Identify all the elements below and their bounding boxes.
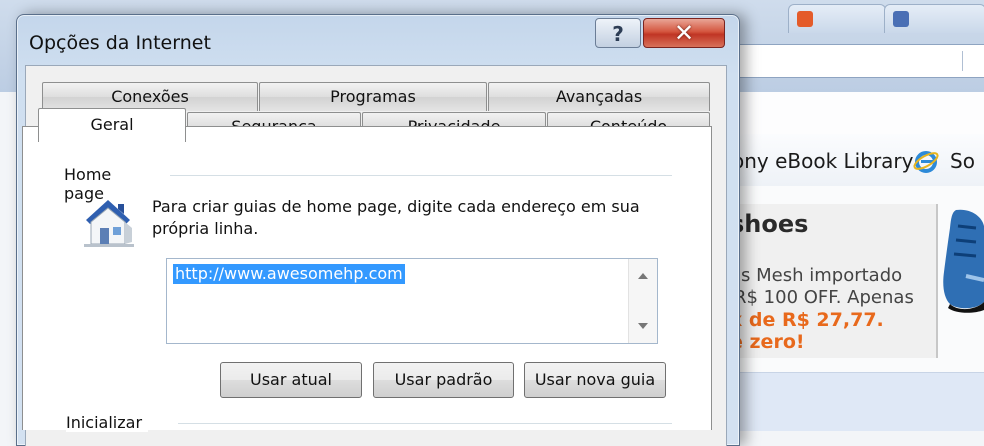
dialog-title: Opções da Internet — [29, 32, 211, 54]
scroll-up-arrow-icon[interactable] — [638, 273, 648, 279]
tab-avancadas[interactable]: Avançadas — [488, 82, 710, 111]
home-page-url-textarea[interactable]: http://www.awesomehp.com — [166, 258, 658, 344]
ad-highlight-1: x de R$ 27,77. — [736, 309, 884, 331]
use-default-button[interactable]: Usar padrão — [373, 362, 514, 398]
tab-programas[interactable]: Programas — [259, 82, 487, 111]
tab-geral[interactable]: Geral — [38, 108, 186, 142]
home-page-url-selected: http://www.awesomehp.com — [173, 264, 405, 284]
home-page-group-divider — [170, 175, 672, 176]
use-new-tab-button[interactable]: Usar nova guia — [524, 362, 666, 398]
startup-group-divider — [178, 423, 672, 424]
ad-line-2: R$ 100 OFF. Apenas — [736, 287, 914, 308]
ad-line-1: as Mesh importado — [736, 265, 903, 286]
ad-highlight-2: e zero! — [736, 331, 805, 353]
home-page-description: Para criar guias de home page, digite ca… — [152, 197, 640, 238]
close-button[interactable]: ✕ — [643, 18, 725, 48]
tab-conexoes[interactable]: Conexões — [42, 82, 258, 111]
question-mark-icon: ? — [612, 22, 624, 46]
home-icon — [84, 200, 134, 247]
close-icon: ✕ — [673, 19, 695, 47]
shoe-product-image — [943, 209, 984, 313]
startup-group-title: Inicializar — [66, 413, 149, 432]
help-button[interactable]: ? — [595, 18, 641, 48]
scroll-down-arrow-icon[interactable] — [638, 323, 648, 329]
ad-title: shoes — [736, 210, 809, 238]
page-footer-band — [736, 372, 984, 431]
textarea-scrollbar[interactable] — [628, 259, 657, 343]
use-current-button[interactable]: Usar atual — [220, 362, 362, 398]
